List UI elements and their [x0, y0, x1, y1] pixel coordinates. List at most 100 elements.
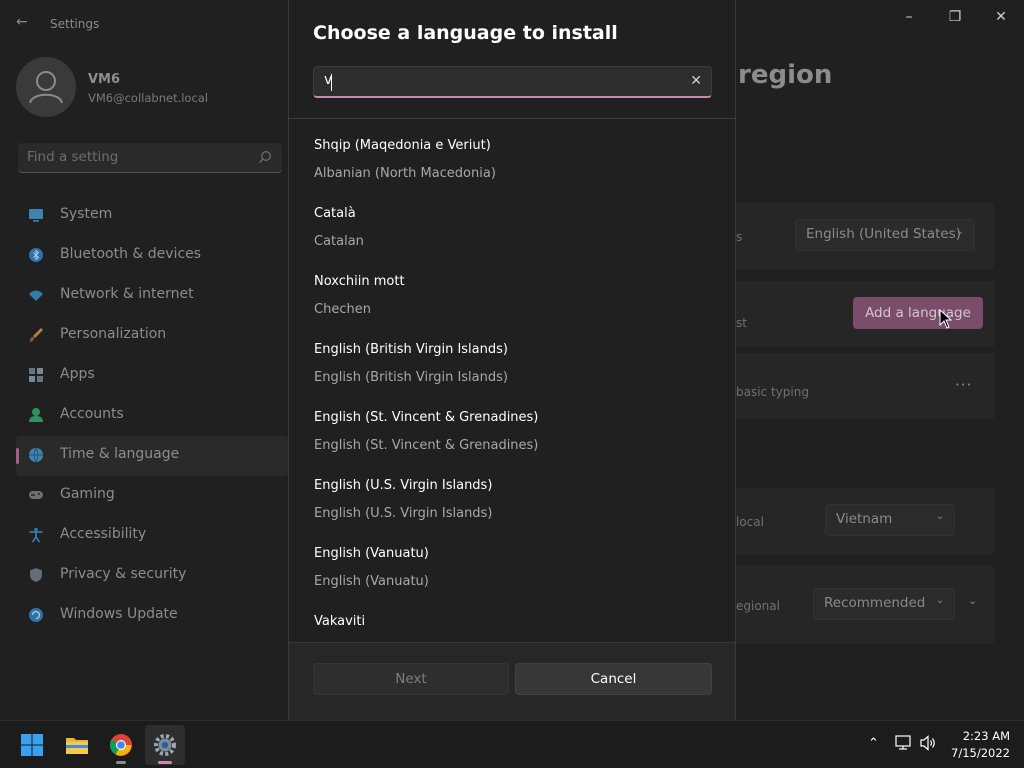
network-icon[interactable] [895, 735, 913, 751]
volume-icon[interactable] [920, 735, 938, 751]
preferred-languages-label: st [736, 316, 747, 330]
maximize-button[interactable]: ❐ [932, 6, 978, 28]
taskbar: ⌃ 2:23 AM 7/15/2022 [0, 720, 1024, 768]
expand-chevron-icon[interactable]: ⌄ [968, 594, 977, 607]
regional-format-dropdown[interactable]: Recommended ⌄ [813, 588, 955, 620]
sidebar-item-system[interactable]: System [16, 196, 288, 236]
sidebar-nav: System Bluetooth & devices Network & inter… [16, 196, 288, 636]
chrome-button[interactable] [101, 725, 141, 765]
accessibility-icon [29, 527, 43, 543]
language-option[interactable]: English (British Virgin Islands) English … [313, 331, 713, 399]
language-english-name: Albanian (North Macedonia) [314, 166, 496, 181]
sidebar-item-personalization[interactable]: Personalization [16, 316, 288, 356]
country-dropdown[interactable]: Vietnam ⌄ [825, 504, 955, 536]
avatar [16, 57, 76, 117]
file-explorer-button[interactable] [57, 725, 97, 765]
running-indicator [116, 761, 126, 764]
apps-icon [29, 368, 43, 382]
add-language-button[interactable]: Add a language [853, 297, 983, 329]
next-button[interactable]: Next [313, 663, 509, 695]
display-language-label: s [736, 230, 743, 244]
app-title: Settings [50, 17, 100, 31]
active-indicator [16, 448, 19, 464]
language-option[interactable]: Català Catalan [313, 195, 713, 263]
sidebar-item-label: Apps [60, 366, 95, 382]
dialog-title: Choose a language to install [313, 22, 618, 44]
sidebar-item-accounts[interactable]: Accounts [16, 396, 288, 436]
start-button[interactable] [12, 725, 52, 765]
find-setting-search[interactable]: Find a setting [18, 143, 282, 173]
dialog-footer: Next Cancel [289, 642, 735, 720]
running-indicator [158, 761, 172, 764]
close-button[interactable]: ✕ [978, 6, 1024, 28]
sidebar-item-privacy-security[interactable]: Privacy & security [16, 556, 288, 596]
language-option[interactable]: English (St. Vincent & Grenadines) Englis… [313, 399, 713, 467]
clock-time[interactable]: 2:23 AM [946, 729, 1010, 743]
language-option[interactable]: English (U.S. Virgin Islands) English (U.… [313, 467, 713, 535]
sidebar-item-label: Accounts [60, 406, 124, 422]
sidebar-item-label: Personalization [60, 326, 167, 342]
language-english-name: English (Vanuatu) [314, 574, 429, 589]
language-option[interactable]: VakavitiFijian [313, 603, 713, 642]
language-native-name: English (British Virgin Islands) [314, 342, 508, 357]
country-value: Vietnam [836, 511, 893, 527]
choose-language-dialog: Choose a language to install v ✕ Shqip (… [288, 0, 736, 720]
language-english-name: Catalan [314, 234, 364, 249]
start-icon [21, 734, 43, 756]
display-language-dropdown[interactable]: English (United States) ⌄ [795, 219, 975, 251]
more-options-icon[interactable]: ··· [955, 376, 972, 394]
settings-taskbar-button[interactable] [145, 725, 185, 765]
language-english-name: English (St. Vincent & Grenadines) [314, 438, 539, 453]
language-native-name: Noxchiin mott [314, 274, 405, 289]
cancel-button[interactable]: Cancel [515, 663, 712, 695]
clock-date[interactable]: 7/15/2022 [946, 746, 1010, 760]
sidebar-item-network-internet[interactable]: Network & internet [16, 276, 288, 316]
minimize-button[interactable]: – [886, 6, 932, 28]
sidebar-item-accessibility[interactable]: Accessibility [16, 516, 288, 556]
back-arrow-icon[interactable]: ← [16, 14, 32, 34]
language-list[interactable]: Shqip (Maqedonia e Veriut) Albanian (Nort… [289, 119, 735, 642]
user-email: VM6@collabnet.local [88, 91, 209, 105]
search-placeholder: Find a setting [27, 149, 119, 165]
gamepad-icon [29, 491, 43, 499]
file-explorer-icon [66, 738, 88, 754]
chevron-down-icon: ⌄ [935, 511, 944, 522]
language-search-input[interactable]: v ✕ [313, 66, 712, 98]
search-icon[interactable] [258, 150, 272, 164]
language-option[interactable]: English (Vanuatu) English (Vanuatu) [313, 535, 713, 603]
sidebar-item-windows-update[interactable]: Windows Update [16, 596, 288, 636]
sidebar-item-label: Time & language [60, 446, 180, 462]
monitor-icon [29, 209, 43, 222]
sidebar-item-label: Privacy & security [60, 566, 187, 582]
language-native-name: Vakaviti [314, 614, 366, 629]
language-card-text: basic typing [736, 385, 809, 399]
wifi-icon [29, 290, 43, 301]
language-english-name: English (British Virgin Islands) [314, 370, 508, 385]
settings-icon [154, 734, 176, 756]
display-language-value: English (United States) [806, 226, 961, 242]
show-hidden-icons-chevron-icon[interactable]: ⌃ [868, 736, 879, 751]
chevron-down-icon: ⌄ [935, 595, 944, 606]
regional-format-label: egional [736, 599, 780, 613]
sidebar-item-bluetooth-devices[interactable]: Bluetooth & devices [16, 236, 288, 276]
clear-icon[interactable]: ✕ [690, 73, 702, 89]
sidebar-item-label: Gaming [60, 486, 115, 502]
language-english-name: English (U.S. Virgin Islands) [314, 506, 493, 521]
brush-icon [30, 328, 43, 342]
sidebar-item-label: System [60, 206, 113, 222]
text-caret [331, 74, 332, 91]
chrome-icon [109, 734, 132, 756]
update-icon [29, 608, 43, 622]
sidebar-item-gaming[interactable]: Gaming [16, 476, 288, 516]
bluetooth-icon [29, 248, 43, 262]
sidebar-item-label: Accessibility [60, 526, 147, 542]
country-label: local [736, 515, 764, 529]
language-option[interactable]: Shqip (Maqedonia e Veriut) Albanian (Nort… [313, 127, 713, 195]
sidebar-item-label: Bluetooth & devices [60, 246, 202, 262]
sidebar-item-time-language[interactable]: Time & language [16, 436, 288, 476]
sidebar-item-apps[interactable]: Apps [16, 356, 288, 396]
language-option[interactable]: Noxchiin mott Chechen [313, 263, 713, 331]
globe-clock-icon [29, 447, 43, 463]
sidebar-item-label: Windows Update [60, 606, 178, 622]
language-native-name: English (Vanuatu) [314, 546, 429, 561]
